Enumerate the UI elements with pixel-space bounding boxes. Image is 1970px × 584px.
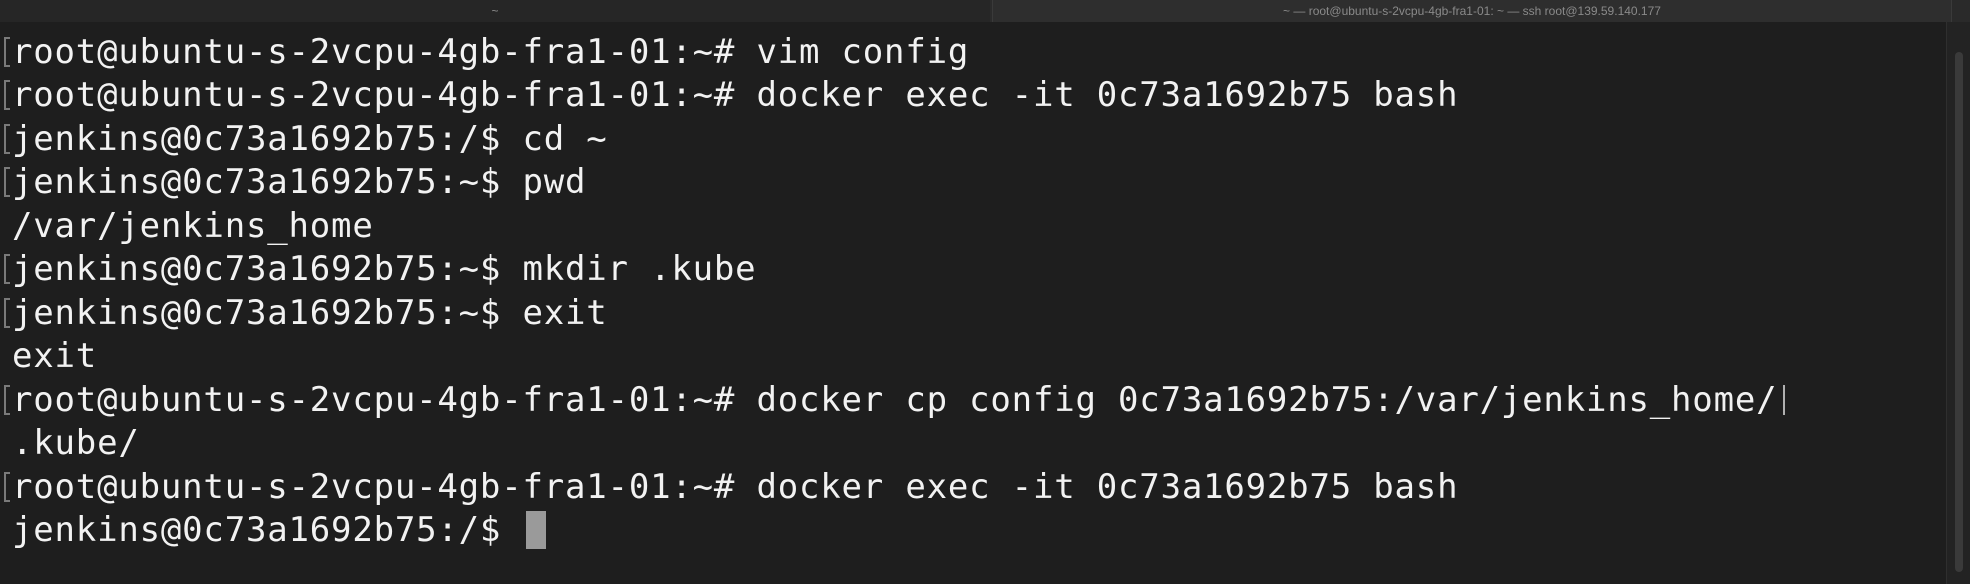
terminal-line: exit xyxy=(4,335,1946,379)
terminal-line-text: jenkins@0c73a1692b75:~$ pwd xyxy=(12,162,587,203)
prompt-mark-icon xyxy=(4,123,10,154)
text-cursor xyxy=(526,511,547,550)
tab-bar: ~ ~ — root@ubuntu-s-2vcpu-4gb-fra1-01: ~… xyxy=(0,0,1970,23)
terminal-line: jenkins@0c73a1692b75:/$ xyxy=(4,509,1946,553)
terminal-line: jenkins@0c73a1692b75:~$ mkdir .kube xyxy=(4,248,1946,292)
terminal-line: jenkins@0c73a1692b75:~$ exit xyxy=(4,291,1946,335)
prompt-mark-icon xyxy=(4,80,10,111)
terminal-line-text: root@ubuntu-s-2vcpu-4gb-fra1-01:~# docke… xyxy=(12,75,1459,116)
terminal-prompt-current: jenkins@0c73a1692b75:/$ xyxy=(12,510,523,551)
terminal-line-text: root@ubuntu-s-2vcpu-4gb-fra1-01:~# docke… xyxy=(12,379,1778,420)
terminal-line: root@ubuntu-s-2vcpu-4gb-fra1-01:~# docke… xyxy=(4,74,1946,118)
terminal-line: root@ubuntu-s-2vcpu-4gb-fra1-01:~# vim c… xyxy=(4,30,1946,74)
terminal-line-text: exit xyxy=(12,336,98,377)
terminal-line: /var/jenkins_home xyxy=(4,204,1946,248)
prompt-mark-icon xyxy=(4,297,10,328)
terminal-line-text: jenkins@0c73a1692b75:~$ mkdir .kube xyxy=(12,249,757,290)
new-tab-button[interactable] xyxy=(1951,0,1970,22)
terminal-line: root@ubuntu-s-2vcpu-4gb-fra1-01:~# docke… xyxy=(4,378,1946,422)
terminal-window: ~ ~ — root@ubuntu-s-2vcpu-4gb-fra1-01: ~… xyxy=(0,0,1970,584)
terminal-line: jenkins@0c73a1692b75:~$ pwd xyxy=(4,161,1946,205)
prompt-mark-icon xyxy=(4,36,10,67)
terminal-line-text: root@ubuntu-s-2vcpu-4gb-fra1-01:~# docke… xyxy=(12,466,1459,507)
terminal-line-text: root@ubuntu-s-2vcpu-4gb-fra1-01:~# vim c… xyxy=(12,31,970,72)
terminal-line-text: jenkins@0c73a1692b75:/$ cd ~ xyxy=(12,118,608,159)
prompt-mark-icon xyxy=(4,167,10,198)
terminal-line: root@ubuntu-s-2vcpu-4gb-fra1-01:~# docke… xyxy=(4,465,1946,509)
prompt-mark-icon xyxy=(4,471,10,502)
tab-ssh-session-title: ~ — root@ubuntu-s-2vcpu-4gb-fra1-01: ~ —… xyxy=(1283,4,1661,18)
prompt-mark-icon xyxy=(4,384,10,415)
tab-local-shell[interactable]: ~ xyxy=(0,0,990,22)
terminal-line: .kube/ xyxy=(4,422,1946,466)
terminal-output[interactable]: root@ubuntu-s-2vcpu-4gb-fra1-01:~# vim c… xyxy=(0,22,1946,584)
line-wrap-mark-icon xyxy=(1779,384,1786,415)
terminal-line: jenkins@0c73a1692b75:/$ cd ~ xyxy=(4,117,1946,161)
terminal-line-text: /var/jenkins_home xyxy=(12,205,374,246)
tab-ssh-session[interactable]: ~ — root@ubuntu-s-2vcpu-4gb-fra1-01: ~ —… xyxy=(992,0,1951,22)
tab-local-shell-title: ~ xyxy=(491,4,499,18)
scrollbar-thumb[interactable] xyxy=(1955,52,1963,572)
terminal-line-text: jenkins@0c73a1692b75:~$ exit xyxy=(12,292,608,333)
scrollbar[interactable] xyxy=(1946,22,1970,584)
prompt-mark-icon xyxy=(4,254,10,285)
terminal-line-text: .kube/ xyxy=(12,423,140,464)
